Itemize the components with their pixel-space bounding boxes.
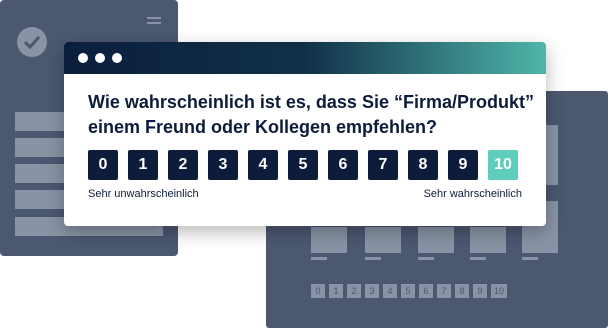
scale-option-10[interactable]: 10 bbox=[488, 150, 518, 180]
mini-scale-option: 7 bbox=[437, 284, 451, 298]
mini-scale-option: 3 bbox=[365, 284, 379, 298]
mini-scale: 0 1 2 3 4 5 6 7 8 9 10 bbox=[311, 284, 507, 298]
scale-option-5[interactable]: 5 bbox=[288, 150, 318, 180]
scale-option-7[interactable]: 7 bbox=[368, 150, 398, 180]
survey-question: Wie wahrscheinlich ist es, dass Sie “Fir… bbox=[88, 90, 538, 140]
window-dot-icon bbox=[95, 53, 105, 63]
mini-scale-option: 0 bbox=[311, 284, 325, 298]
nps-survey-card: Wie wahrscheinlich ist es, dass Sie “Fir… bbox=[64, 42, 546, 226]
nps-scale: 0 1 2 3 4 5 6 7 8 9 10 bbox=[88, 150, 518, 180]
placeholder-tick bbox=[418, 257, 434, 260]
window-dot-icon bbox=[78, 53, 88, 63]
question-line-1: Wie wahrscheinlich ist es, dass Sie “Fir… bbox=[88, 92, 534, 112]
scale-option-9[interactable]: 9 bbox=[448, 150, 478, 180]
placeholder-bar bbox=[365, 227, 401, 253]
question-line-2: einem Freund oder Kollegen empfehlen? bbox=[88, 117, 438, 137]
placeholder-bar bbox=[418, 227, 454, 253]
check-circle-icon bbox=[17, 27, 47, 57]
placeholder-tick bbox=[470, 257, 486, 260]
hamburger-menu-icon bbox=[147, 17, 161, 27]
mini-scale-option: 5 bbox=[401, 284, 415, 298]
scale-option-8[interactable]: 8 bbox=[408, 150, 438, 180]
mini-scale-option: 1 bbox=[329, 284, 343, 298]
mini-scale-option: 4 bbox=[383, 284, 397, 298]
mini-scale-option: 2 bbox=[347, 284, 361, 298]
scale-option-2[interactable]: 2 bbox=[168, 150, 198, 180]
scale-option-6[interactable]: 6 bbox=[328, 150, 358, 180]
placeholder-tick bbox=[522, 257, 538, 260]
placeholder-tick bbox=[311, 257, 327, 260]
mini-scale-option: 10 bbox=[491, 284, 507, 298]
window-dot-icon bbox=[112, 53, 122, 63]
scale-low-label: Sehr unwahrscheinlich bbox=[88, 188, 199, 200]
scale-high-label: Sehr wahrscheinlich bbox=[423, 188, 522, 200]
scale-option-1[interactable]: 1 bbox=[128, 150, 158, 180]
placeholder-bar bbox=[311, 227, 347, 253]
scale-option-0[interactable]: 0 bbox=[88, 150, 118, 180]
mini-scale-option: 8 bbox=[455, 284, 469, 298]
scale-option-3[interactable]: 3 bbox=[208, 150, 238, 180]
placeholder-tick bbox=[365, 257, 381, 260]
window-titlebar bbox=[64, 42, 546, 74]
scale-option-4[interactable]: 4 bbox=[248, 150, 278, 180]
placeholder-bar bbox=[470, 227, 506, 253]
mini-scale-option: 9 bbox=[473, 284, 487, 298]
mini-scale-option: 6 bbox=[419, 284, 433, 298]
